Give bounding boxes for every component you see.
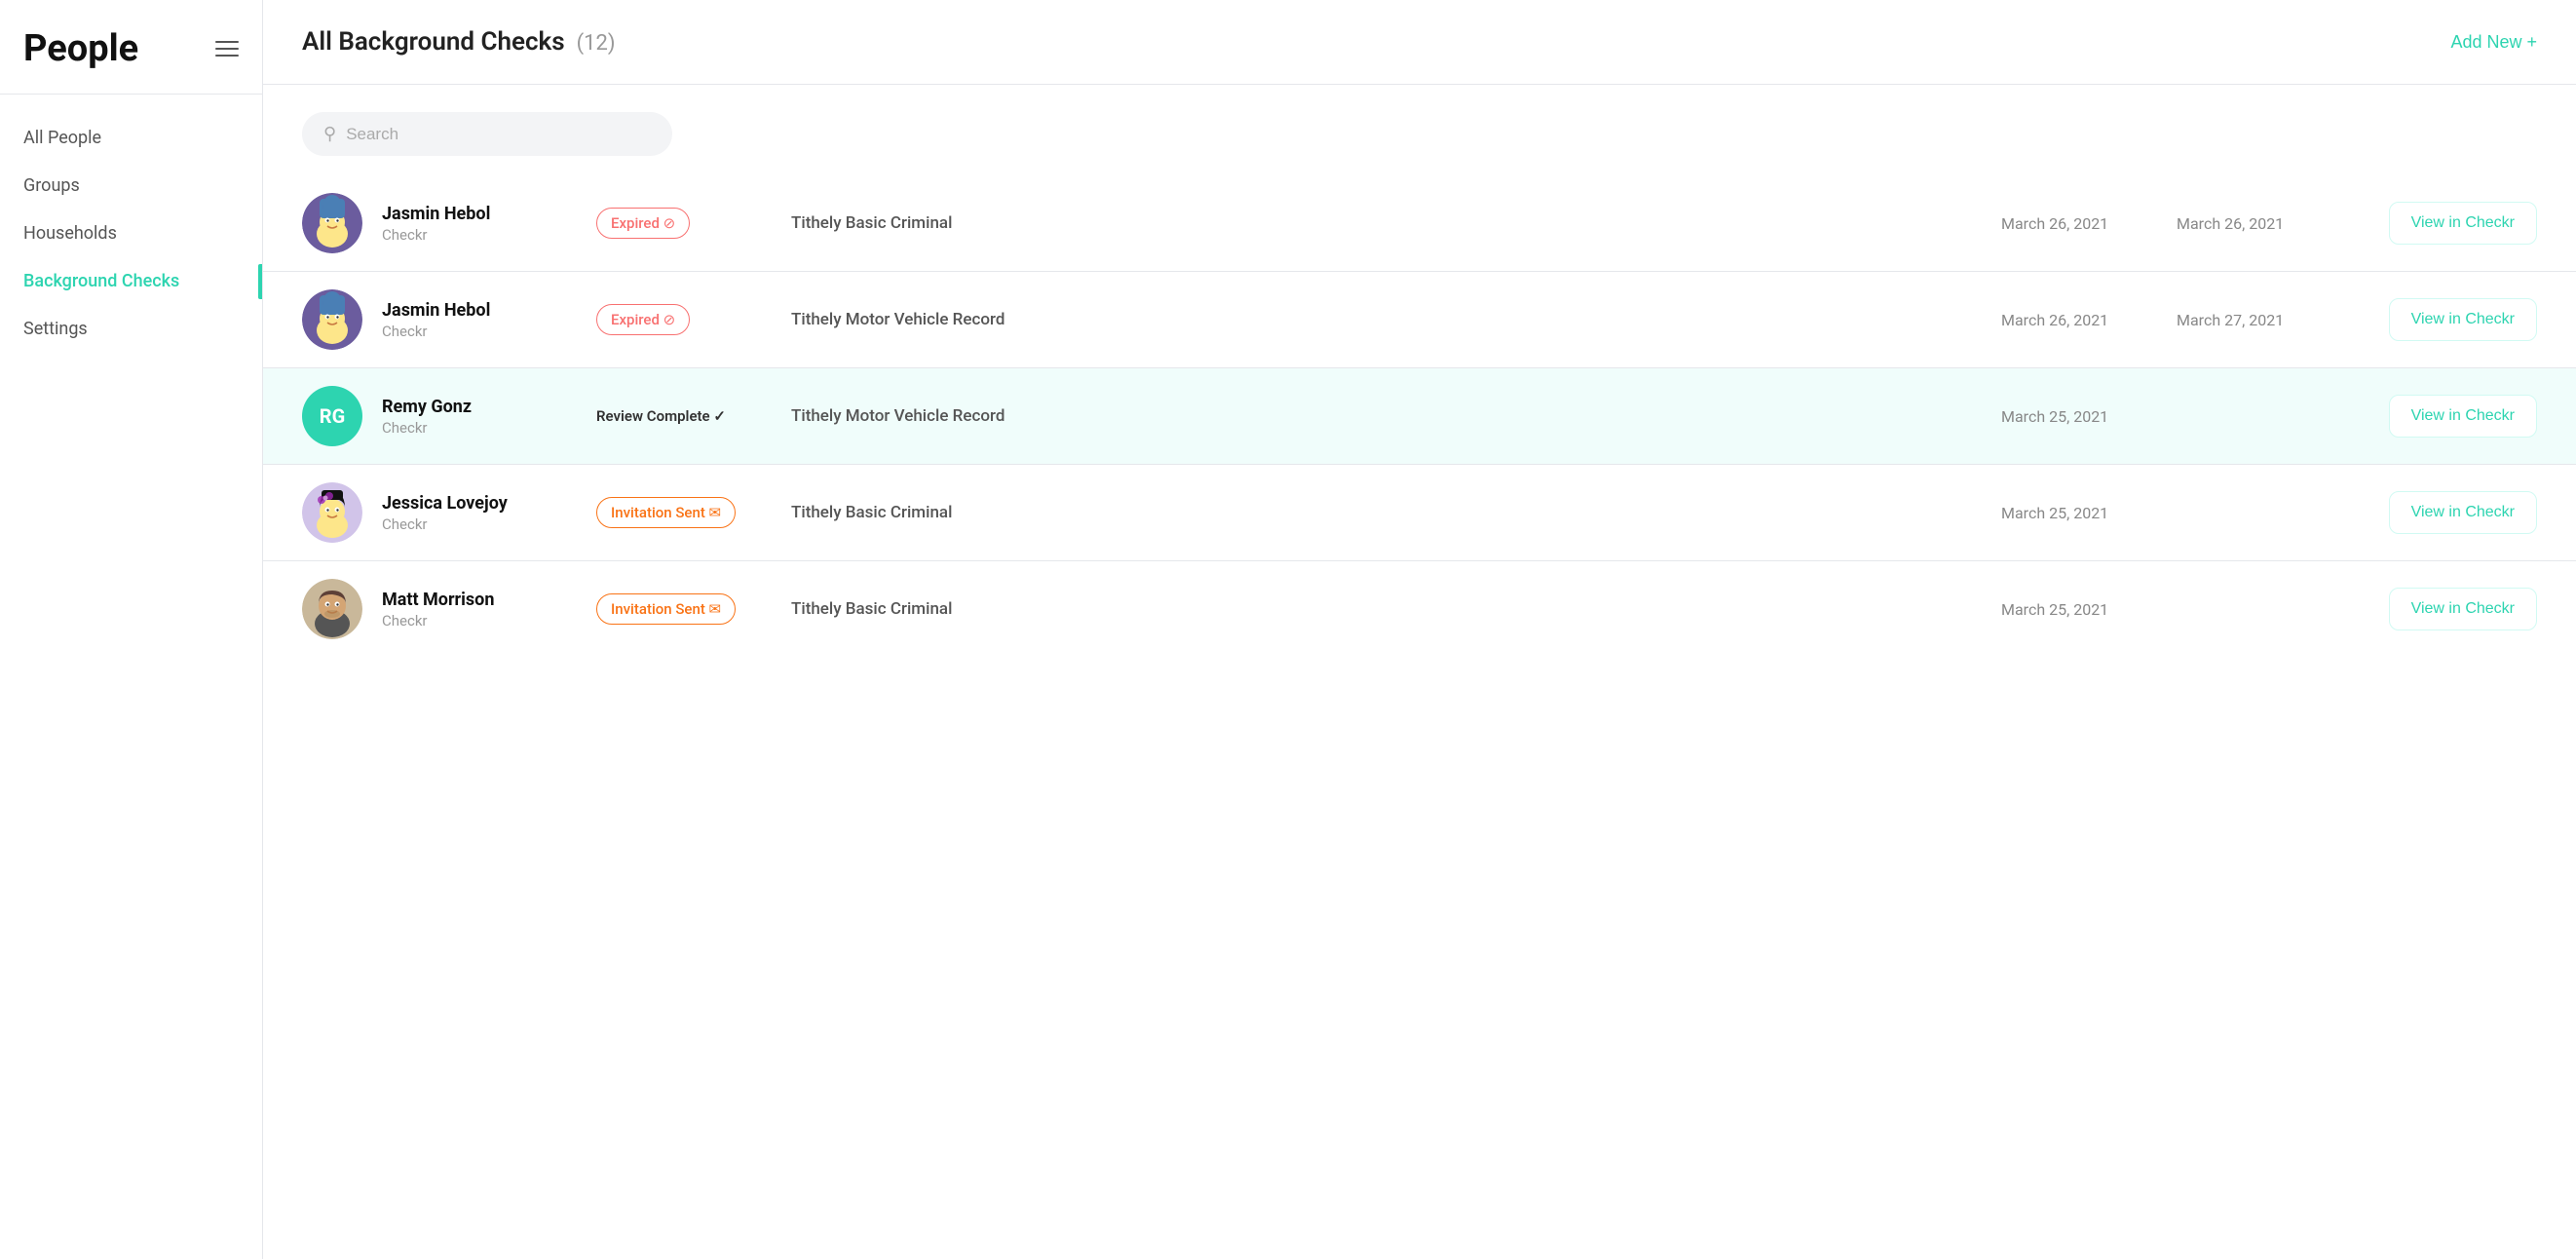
main-header: All Background Checks (12) Add New + <box>263 0 2576 85</box>
view-btn-container: View in Checkr <box>2342 491 2537 534</box>
sidebar-item-groups[interactable]: Groups <box>0 162 262 210</box>
status-badge-container: Expired ⊘ <box>596 208 772 239</box>
view-in-checkr-button[interactable]: View in Checkr <box>2389 395 2537 438</box>
sidebar-item-all-people[interactable]: All People <box>0 114 262 162</box>
records-list: Jasmin Hebol Checkr Expired ⊘ Tithely Ba… <box>263 166 2576 1259</box>
main-title-area: All Background Checks (12) <box>302 27 616 57</box>
view-btn-container: View in Checkr <box>2342 588 2537 630</box>
date-col-2: March 27, 2021 <box>2177 311 2323 329</box>
view-in-checkr-button[interactable]: View in Checkr <box>2389 202 2537 245</box>
view-in-checkr-button[interactable]: View in Checkr <box>2389 491 2537 534</box>
person-sub: Checkr <box>382 515 577 533</box>
status-badge-container: Review Complete ✓ <box>596 401 772 431</box>
search-icon: ⚲ <box>323 124 336 144</box>
date-col-1: March 26, 2021 <box>2001 311 2157 329</box>
status-badge: Invitation Sent ✉ <box>596 497 736 528</box>
search-input[interactable] <box>346 125 651 144</box>
date-col-1: March 25, 2021 <box>2001 600 2157 619</box>
check-type: Tithely Basic Criminal <box>791 213 1982 233</box>
avatar <box>302 579 362 639</box>
table-row: Matt Morrison Checkr Invitation Sent ✉ T… <box>263 561 2576 657</box>
person-name: Jessica Lovejoy <box>382 493 577 514</box>
person-sub: Checkr <box>382 419 577 437</box>
app-title: People <box>23 27 138 70</box>
person-name: Jasmin Hebol <box>382 300 577 321</box>
search-bar: ⚲ <box>302 112 672 156</box>
person-info: Jasmin Hebol Checkr <box>382 204 577 244</box>
sidebar-item-households[interactable]: Households <box>0 210 262 257</box>
table-row: Jasmin Hebol Checkr Expired ⊘ Tithely Mo… <box>263 272 2576 368</box>
date-col-1: March 25, 2021 <box>2001 407 2157 426</box>
status-badge: Review Complete ✓ <box>596 401 726 431</box>
avatar <box>302 482 362 543</box>
sidebar-nav: All PeopleGroupsHouseholdsBackground Che… <box>0 95 262 372</box>
date-col-1: March 25, 2021 <box>2001 504 2157 522</box>
page-title: All Background Checks <box>302 27 565 57</box>
avatar: RG <box>302 386 362 446</box>
check-type: Tithely Motor Vehicle Record <box>791 310 1982 329</box>
sidebar-item-background-checks[interactable]: Background Checks <box>0 257 262 305</box>
person-info: Jessica Lovejoy Checkr <box>382 493 577 533</box>
status-badge-container: Invitation Sent ✉ <box>596 497 772 528</box>
sidebar: People All PeopleGroupsHouseholdsBackgro… <box>0 0 263 1259</box>
view-in-checkr-button[interactable]: View in Checkr <box>2389 298 2537 341</box>
menu-icon[interactable] <box>215 41 239 57</box>
status-badge: Invitation Sent ✉ <box>596 593 736 625</box>
main-content: All Background Checks (12) Add New + ⚲ <box>263 0 2576 1259</box>
add-new-button[interactable]: Add New + <box>2450 32 2537 53</box>
person-name: Remy Gonz <box>382 397 577 417</box>
status-badge-container: Invitation Sent ✉ <box>596 593 772 625</box>
sidebar-item-settings[interactable]: Settings <box>0 305 262 353</box>
status-badge: Expired ⊘ <box>596 208 690 239</box>
table-row: RG Remy Gonz Checkr Review Complete ✓ Ti… <box>263 368 2576 465</box>
person-name: Matt Morrison <box>382 590 577 610</box>
person-info: Remy Gonz Checkr <box>382 397 577 437</box>
record-count: (12) <box>577 31 616 56</box>
avatar <box>302 289 362 350</box>
check-type: Tithely Motor Vehicle Record <box>791 406 1982 426</box>
person-sub: Checkr <box>382 226 577 244</box>
person-sub: Checkr <box>382 323 577 340</box>
table-row: Jasmin Hebol Checkr Expired ⊘ Tithely Ba… <box>263 175 2576 272</box>
status-badge: Expired ⊘ <box>596 304 690 335</box>
date-col-2: March 26, 2021 <box>2177 214 2323 233</box>
view-btn-container: View in Checkr <box>2342 298 2537 341</box>
person-name: Jasmin Hebol <box>382 204 577 224</box>
status-badge-container: Expired ⊘ <box>596 304 772 335</box>
search-area: ⚲ <box>263 85 2576 166</box>
view-btn-container: View in Checkr <box>2342 395 2537 438</box>
view-in-checkr-button[interactable]: View in Checkr <box>2389 588 2537 630</box>
avatar <box>302 193 362 253</box>
person-info: Matt Morrison Checkr <box>382 590 577 630</box>
person-sub: Checkr <box>382 612 577 630</box>
person-info: Jasmin Hebol Checkr <box>382 300 577 340</box>
table-row: Jessica Lovejoy Checkr Invitation Sent ✉… <box>263 465 2576 561</box>
view-btn-container: View in Checkr <box>2342 202 2537 245</box>
check-type: Tithely Basic Criminal <box>791 599 1982 619</box>
date-col-1: March 26, 2021 <box>2001 214 2157 233</box>
sidebar-header: People <box>0 0 262 95</box>
check-type: Tithely Basic Criminal <box>791 503 1982 522</box>
